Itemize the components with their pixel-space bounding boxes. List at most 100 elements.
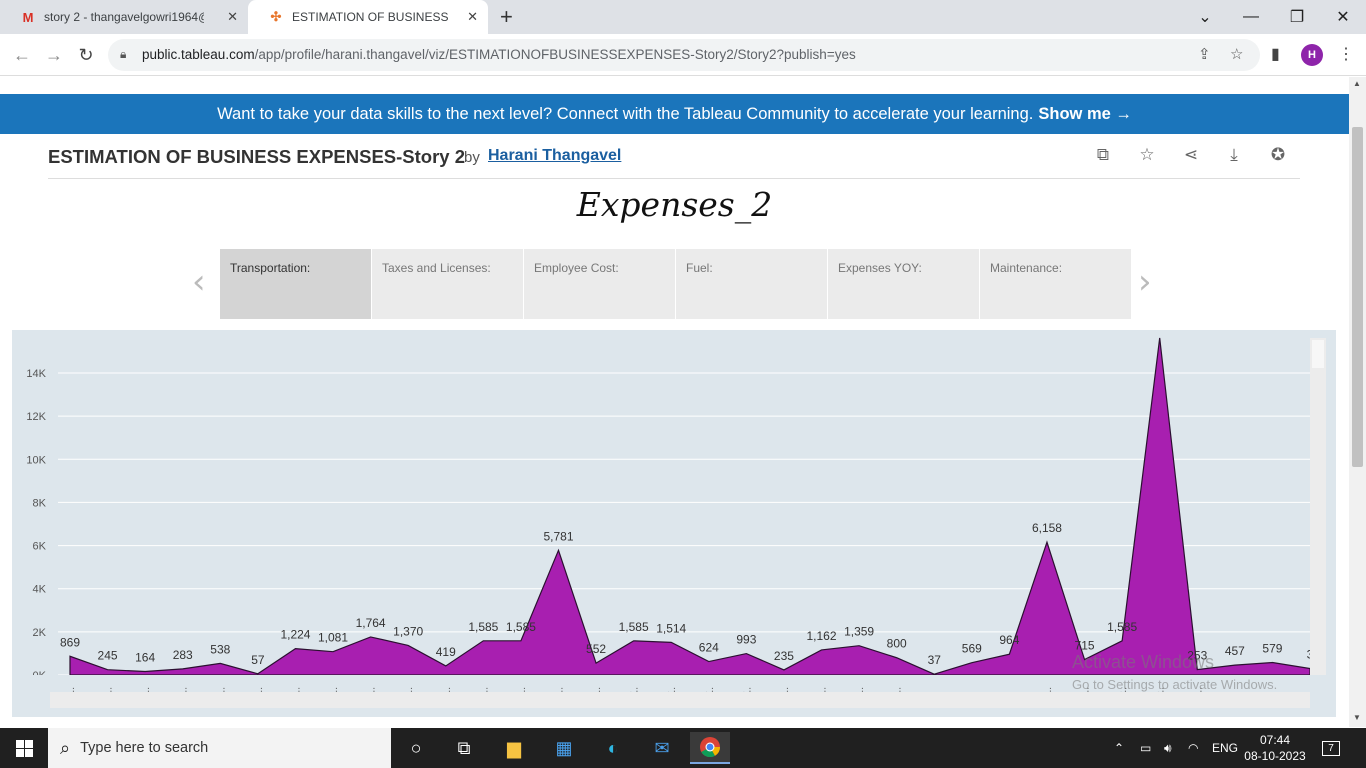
data-label: 569 xyxy=(962,642,982,656)
browser-tabstrip: M story 2 - thangavelgowri1964@gmail.com… xyxy=(0,0,1366,34)
community-banner: Want to take your data skills to the nex… xyxy=(0,94,1349,134)
chrome-logo xyxy=(700,737,721,758)
menu-icon[interactable]: ⋮ xyxy=(1338,44,1354,64)
story-point-transportation[interactable]: Transportation: xyxy=(220,249,371,319)
share-icon[interactable]: ⋖ xyxy=(1180,145,1202,167)
story-point-taxes[interactable]: Taxes and Licenses: xyxy=(372,249,523,319)
data-label: 245 xyxy=(98,649,118,663)
data-label: 37 xyxy=(928,653,942,667)
wifi-icon[interactable]: ◠ xyxy=(1188,728,1198,768)
data-label: 579 xyxy=(1262,642,1282,656)
language-indicator[interactable]: ENG xyxy=(1212,728,1238,768)
taskbar-search[interactable]: ⌕ Type here to search xyxy=(48,728,391,768)
activate-windows-title: Activate Windows xyxy=(1072,652,1215,672)
start-button[interactable] xyxy=(0,728,48,768)
task-view-icon[interactable]: ⧉ xyxy=(444,732,484,764)
chart-vscrollbar xyxy=(1310,338,1326,675)
notification-icon[interactable]: 7 xyxy=(1322,728,1340,768)
tab-gmail[interactable]: M story 2 - thangavelgowri1964@gmail.com… xyxy=(0,0,248,34)
scrollbar-thumb[interactable] xyxy=(1352,127,1363,467)
y-tick-label: 14K xyxy=(26,368,46,380)
data-label: 552 xyxy=(586,642,606,656)
data-label: 993 xyxy=(736,633,756,647)
data-label: 57 xyxy=(251,653,265,667)
notification-count: 7 xyxy=(1322,740,1340,756)
y-tick-label: 6K xyxy=(33,541,47,553)
cortana-icon[interactable]: ○ xyxy=(396,732,436,764)
back-icon[interactable]: ← xyxy=(8,42,36,68)
windows-logo-icon xyxy=(15,739,33,757)
story-point-employee-cost[interactable]: Employee Cost: xyxy=(524,249,675,319)
scroll-down-icon[interactable]: ▼ xyxy=(1353,713,1361,722)
tableau-icon: ✣ xyxy=(270,9,282,24)
story-point-fuel[interactable]: Fuel: xyxy=(676,249,827,319)
forward-icon[interactable]: → xyxy=(40,42,68,68)
avatar[interactable]: H xyxy=(1301,44,1323,66)
data-label: 624 xyxy=(699,641,719,655)
tab-search-icon[interactable]: ⌄ xyxy=(1182,0,1228,34)
y-tick-label: 8K xyxy=(33,497,47,509)
data-label: 1,370 xyxy=(393,624,423,638)
store-icon[interactable]: ▦ xyxy=(544,732,584,764)
close-tab-icon[interactable]: ✕ xyxy=(467,9,478,25)
data-label: 419 xyxy=(436,645,456,659)
story-title: Expenses_2 xyxy=(576,185,773,224)
clock[interactable]: 07:44 08-10-2023 xyxy=(1240,732,1310,764)
bookmark-star-icon[interactable]: ☆ xyxy=(1230,45,1243,63)
story-prev-icon[interactable]: ‹ xyxy=(192,262,206,302)
battery-icon[interactable]: ▭ xyxy=(1140,728,1151,768)
data-label: 1,585 xyxy=(506,620,536,634)
data-label: 1,585 xyxy=(619,620,649,634)
data-label: 1,585 xyxy=(468,620,498,634)
story-point-maintenance[interactable]: Maintenance: xyxy=(980,249,1131,319)
story-next-icon[interactable]: › xyxy=(1138,262,1152,302)
tab-title: ESTIMATION OF BUSINESS EXPENSES xyxy=(292,10,452,24)
reload-icon[interactable]: ↻ xyxy=(72,42,100,68)
favorite-star-icon[interactable]: ☆ xyxy=(1136,145,1158,167)
copy-icon[interactable]: ⧉ xyxy=(1092,145,1114,167)
data-label: 283 xyxy=(173,648,193,662)
web-page: Want to take your data skills to the nex… xyxy=(0,77,1349,727)
close-tab-icon[interactable]: ✕ xyxy=(227,9,238,25)
chart-hscrollbar xyxy=(50,692,1310,708)
viz-header: ESTIMATION OF BUSINESS EXPENSES-Story 2 … xyxy=(48,145,1300,179)
data-label: 1,162 xyxy=(806,629,836,643)
area-chart: 0K2K4K6K8K10K12K14K869245164283538571,22… xyxy=(12,330,1336,717)
page-scrollbar[interactable]: ▲ ▼ xyxy=(1349,77,1366,727)
search-placeholder: Type here to search xyxy=(80,740,209,756)
scroll-up-icon[interactable]: ▲ xyxy=(1353,79,1361,88)
restore-button[interactable]: ❐ xyxy=(1274,0,1320,34)
minimize-button[interactable]: — xyxy=(1228,0,1274,34)
close-window-button[interactable]: ✕ xyxy=(1320,0,1366,34)
chrome-icon[interactable] xyxy=(690,732,730,764)
data-label: 1,764 xyxy=(356,616,386,630)
data-label: 715 xyxy=(1075,639,1095,653)
data-label: 1,224 xyxy=(280,628,310,642)
lock-icon: 🔒︎ xyxy=(120,47,127,61)
show-me-link[interactable]: Show me → xyxy=(1038,105,1132,124)
chart-vscroll-thumb xyxy=(1312,340,1324,368)
mail-icon[interactable]: ✉ xyxy=(642,732,682,764)
share-icon[interactable]: ⇪ xyxy=(1198,45,1211,63)
search-icon: ⌕ xyxy=(60,737,71,758)
award-icon[interactable]: ✪ xyxy=(1267,145,1289,167)
data-label: 164 xyxy=(135,650,155,664)
tab-tableau[interactable]: ✣ ESTIMATION OF BUSINESS EXPENSES ✕ xyxy=(248,0,488,34)
side-panel-icon[interactable]: ▮ xyxy=(1271,44,1280,64)
clock-date: 08-10-2023 xyxy=(1244,749,1306,763)
author-link[interactable]: Harani Thangavel xyxy=(488,147,621,165)
clock-time: 07:44 xyxy=(1259,733,1291,747)
address-bar[interactable]: 🔒︎ public.tableau.com/app/profile/harani… xyxy=(108,39,1260,71)
windows-taskbar: ⌕ Type here to search ○ ⧉ ▆ ▦ ◐ ✉ ⌃ ▭ 🔊︎… xyxy=(0,728,1366,768)
story-point-expenses-yoy[interactable]: Expenses YOY: xyxy=(828,249,979,319)
data-label: 869 xyxy=(60,635,80,649)
url-text: public.tableau.com/app/profile/harani.th… xyxy=(142,47,856,62)
data-label: 1,514 xyxy=(656,621,686,635)
viz-title: ESTIMATION OF BUSINESS EXPENSES-Story 2 xyxy=(48,146,466,167)
new-tab-button[interactable]: + xyxy=(500,4,513,30)
volume-icon[interactable]: 🔊︎ xyxy=(1164,728,1172,768)
edge-icon[interactable]: ◐ xyxy=(593,732,633,764)
download-icon[interactable]: ⤓ xyxy=(1223,145,1245,167)
file-explorer-icon[interactable]: ▆ xyxy=(494,732,534,764)
tray-chevron-icon[interactable]: ⌃ xyxy=(1114,728,1124,768)
